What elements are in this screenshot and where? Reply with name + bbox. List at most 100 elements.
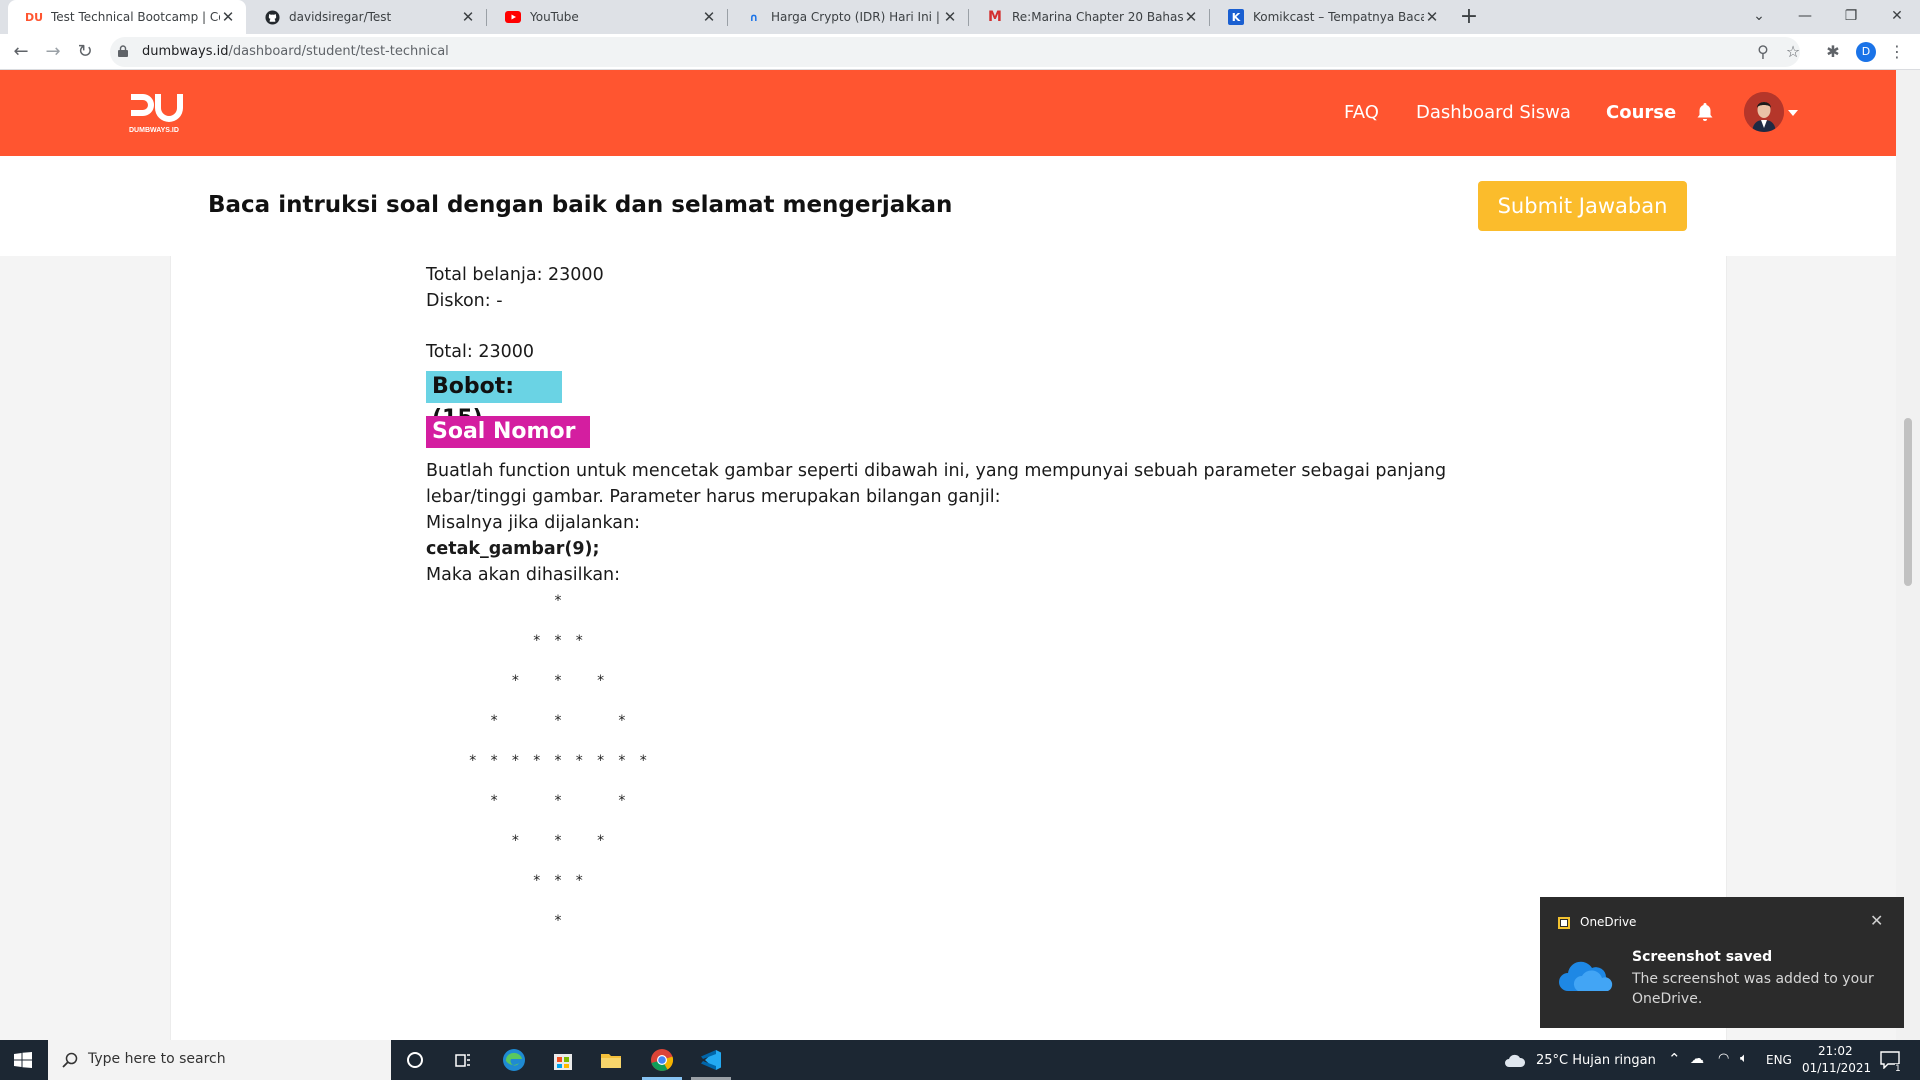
nav-faq[interactable]: FAQ [1344, 102, 1379, 123]
tab-close-icon[interactable]: ✕ [1183, 8, 1199, 26]
pattern-star: * [597, 673, 605, 689]
forward-arrow-icon[interactable]: → [40, 39, 66, 65]
tab-close-icon[interactable]: ✕ [220, 8, 236, 26]
nav-dashboard-siswa[interactable]: Dashboard Siswa [1416, 102, 1571, 123]
logo-text: DUMBWAYS.ID [129, 127, 179, 134]
result-intro-text: Maka akan dihasilkan: [426, 565, 621, 585]
scrollbar-thumb[interactable] [1904, 418, 1912, 586]
url-host: dumbways.id [142, 44, 229, 59]
tab-title: Harga Crypto (IDR) Hari Ini | Pint [771, 10, 942, 24]
pattern-star: * [554, 913, 562, 929]
profile-avatar[interactable]: D [1856, 42, 1876, 62]
total-belanja-text: Total belanja: 23000 [426, 265, 604, 285]
address-bar[interactable]: dumbways.id/dashboard/student/test-techn… [110, 37, 1800, 67]
weather-text[interactable]: 25°C Hujan ringan [1536, 1053, 1656, 1068]
bookmark-star-icon[interactable]: ☆ [1782, 41, 1804, 63]
extensions-puzzle-icon[interactable]: ✱ [1822, 41, 1844, 63]
diskon-text: Diskon: - [426, 291, 503, 311]
wifi-icon[interactable]: ◠ [1718, 1051, 1729, 1066]
tab-komikcast[interactable]: K Komikcast – Tempatnya Baca Kom ✕ [1210, 0, 1450, 34]
instruction-bar: Baca intruksi soal dengan baik dan selam… [0, 156, 1896, 256]
pattern-star: * [554, 633, 562, 649]
pattern-star: * [597, 833, 605, 849]
tab-close-icon[interactable]: ✕ [1424, 8, 1440, 26]
clock-date[interactable]: 01/11/2021 [1802, 1061, 1871, 1075]
pattern-star: * [469, 753, 477, 769]
manga-icon: M [988, 9, 1002, 25]
pattern-star: * [575, 753, 583, 769]
tab-github[interactable]: davidsiregar/Test ✕ [246, 0, 486, 34]
notification-body: The screenshot was added to your OneDriv… [1632, 971, 1874, 1007]
microsoft-store-icon[interactable] [549, 1046, 577, 1074]
pattern-star: * [554, 873, 562, 889]
web-page: DUMBWAYS.ID FAQ Dashboard Siswa Course B… [0, 70, 1896, 1040]
new-tab-button[interactable]: + [1456, 4, 1482, 30]
tab-manga[interactable]: M Re:Marina Chapter 20 Bahasa Ind ✕ [969, 0, 1209, 34]
pattern-star: * [597, 753, 605, 769]
menu-kebab-icon[interactable]: ⋮ [1886, 41, 1908, 63]
komikcast-icon: K [1228, 9, 1244, 25]
restore-icon[interactable]: ❐ [1828, 0, 1874, 34]
file-explorer-icon[interactable] [597, 1046, 625, 1074]
tab-close-icon[interactable]: ✕ [460, 8, 476, 26]
chrome-icon[interactable] [648, 1046, 676, 1074]
pattern-star: * [490, 753, 498, 769]
onedrive-cloud-icon [1559, 961, 1613, 991]
nav-course[interactable]: Course [1606, 102, 1676, 123]
pattern-star: * [490, 713, 498, 729]
close-window-icon[interactable]: ✕ [1874, 0, 1920, 34]
back-arrow-icon[interactable]: ← [8, 39, 34, 65]
cortana-icon[interactable] [401, 1046, 429, 1074]
clock-time[interactable]: 21:02 [1818, 1044, 1853, 1058]
windows-start-icon[interactable] [14, 1052, 32, 1068]
question-description-line-1: Buatlah function untuk mencetak gambar s… [426, 461, 1447, 481]
onedrive-tray-icon[interactable]: ☁ [1690, 1051, 1704, 1067]
tab-search-icon[interactable]: ⌄ [1736, 0, 1782, 34]
onedrive-app-icon [1558, 917, 1570, 929]
github-icon [264, 9, 280, 25]
chevron-up-icon[interactable]: ⌃ [1668, 1050, 1681, 1068]
search-placeholder: Type here to search [88, 1051, 226, 1067]
submit-answer-button[interactable]: Submit Jawaban [1478, 181, 1687, 231]
bell-icon[interactable] [1696, 102, 1714, 122]
tab-dumbways[interactable]: DU Test Technical Bootcamp | Coding ✕ [8, 0, 246, 34]
notification-count-badge: 1 [1895, 1064, 1901, 1074]
tab-title: YouTube [530, 10, 579, 24]
pattern-star: * [511, 833, 519, 849]
dumbways-logo[interactable]: DUMBWAYS.ID [128, 88, 192, 138]
vscode-icon[interactable] [697, 1046, 725, 1074]
pattern-star: * [618, 753, 626, 769]
onedrive-notification[interactable]: OneDrive ✕ Screenshot saved The screensh… [1540, 897, 1904, 1028]
question-content: Total belanja: 23000 Diskon: - Total: 23… [170, 256, 1727, 1040]
weather-cloud-icon[interactable] [1504, 1052, 1526, 1068]
tab-pintu[interactable]: ∩ Harga Crypto (IDR) Hari Ini | Pint ✕ [728, 0, 968, 34]
lock-icon [118, 45, 128, 57]
task-view-icon[interactable] [449, 1046, 477, 1074]
pattern-star: * [511, 753, 519, 769]
minimize-icon[interactable]: — [1782, 0, 1828, 34]
zoom-icon[interactable]: ⚲ [1752, 41, 1774, 63]
pattern-star: * [618, 793, 626, 809]
user-avatar[interactable] [1744, 92, 1784, 132]
close-icon[interactable]: ✕ [1870, 911, 1883, 930]
pintu-icon: ∩ [749, 10, 759, 24]
language-indicator[interactable]: ENG [1766, 1053, 1792, 1067]
tab-close-icon[interactable]: ✕ [701, 8, 717, 26]
tab-youtube[interactable]: YouTube ✕ [487, 0, 727, 34]
url-text: dumbways.id/dashboard/student/test-techn… [142, 44, 449, 59]
search-icon [62, 1052, 78, 1068]
page-scrollbar[interactable] [1896, 70, 1920, 1040]
youtube-icon [505, 9, 521, 25]
notification-app-name: OneDrive [1580, 915, 1637, 929]
soal-nomor-badge: Soal Nomor 3 [426, 416, 590, 476]
edge-browser-icon[interactable] [500, 1046, 528, 1074]
taskbar-search-input[interactable]: Type here to search [48, 1040, 391, 1080]
pattern-star: * [511, 673, 519, 689]
site-header: DUMBWAYS.ID FAQ Dashboard Siswa Course [0, 70, 1896, 156]
tab-close-icon[interactable]: ✕ [942, 8, 958, 26]
chevron-down-icon[interactable] [1788, 110, 1798, 116]
volume-icon[interactable]: 🔈︎ [1740, 1051, 1748, 1066]
reload-icon[interactable]: ↻ [72, 39, 98, 65]
pattern-star: * [533, 633, 541, 649]
pattern-star: * [554, 833, 562, 849]
